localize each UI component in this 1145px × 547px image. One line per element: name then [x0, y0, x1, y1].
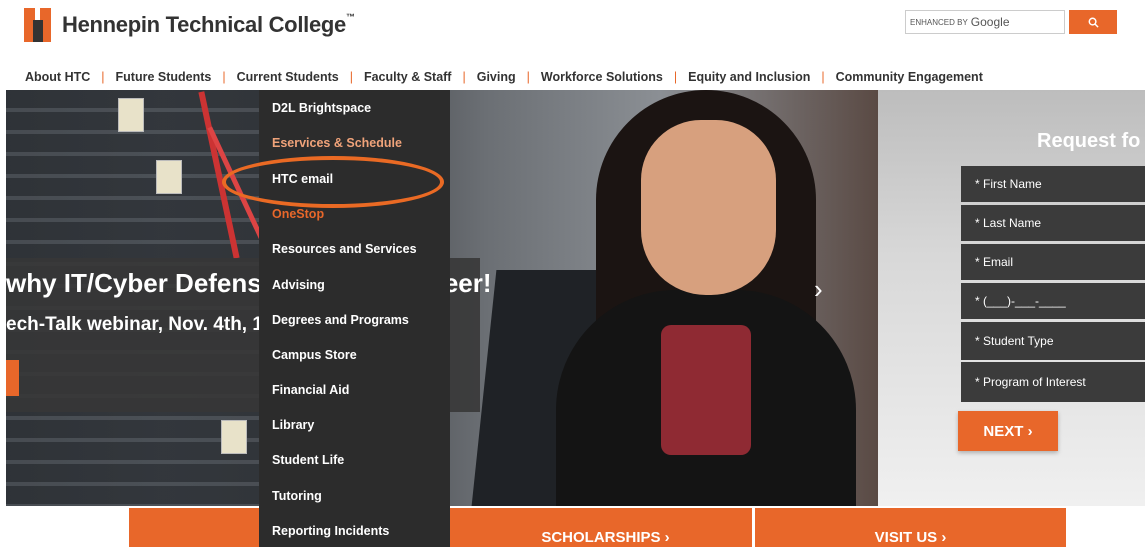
carousel-next-icon[interactable]: ›: [814, 274, 823, 305]
nav-item-community-engagement[interactable]: Community Engagement: [836, 70, 983, 84]
search-input[interactable]: ENHANCED BY Google: [905, 10, 1065, 34]
form-next-button[interactable]: NEXT ›: [958, 411, 1058, 451]
nav-separator: |: [349, 70, 353, 84]
nav-separator: |: [821, 70, 825, 84]
phone-field[interactable]: [961, 283, 1145, 319]
menu-item-advising[interactable]: Advising: [272, 278, 325, 292]
nav-separator: |: [101, 70, 105, 84]
menu-item-d2l-brightspace[interactable]: D2L Brightspace: [272, 101, 371, 115]
menu-item-campus-store[interactable]: Campus Store: [272, 348, 357, 362]
email-field[interactable]: [961, 244, 1145, 280]
nav-item-giving[interactable]: Giving: [477, 70, 516, 84]
search-icon: [1088, 17, 1099, 28]
student-photo: [546, 90, 856, 506]
menu-item-eservices-schedule[interactable]: Eservices & Schedule: [272, 136, 402, 150]
college-logo[interactable]: Hennepin Technical College™: [24, 8, 355, 42]
nav-separator: |: [462, 70, 466, 84]
program-of-interest-select[interactable]: * Program of Interest: [961, 362, 1145, 402]
logo-mark-icon: [24, 8, 54, 42]
nav-separator: |: [526, 70, 530, 84]
menu-item-financial-aid[interactable]: Financial Aid: [272, 383, 349, 397]
search-brand: Google: [970, 15, 1010, 29]
menu-item-degrees-programs[interactable]: Degrees and Programs: [272, 313, 409, 327]
first-name-field[interactable]: [961, 166, 1145, 202]
menu-item-library[interactable]: Library: [272, 418, 314, 432]
last-name-field[interactable]: [961, 205, 1145, 241]
menu-item-student-life[interactable]: Student Life: [272, 453, 344, 467]
nav-separator: |: [673, 70, 678, 84]
cable-tag-image: [221, 420, 247, 454]
form-title: Request fo: [1037, 130, 1141, 152]
nav-separator: |: [222, 70, 226, 84]
cable-tag-image: [156, 160, 182, 194]
menu-item-htc-email[interactable]: HTC email: [272, 172, 333, 186]
menu-item-tutoring[interactable]: Tutoring: [272, 489, 322, 503]
search-enhanced-label: ENHANCED BY: [910, 17, 968, 27]
hero-cta-button[interactable]: [6, 360, 19, 396]
menu-item-resources-services[interactable]: Resources and Services: [272, 242, 417, 256]
current-students-dropdown: D2L Brightspace Eservices & Schedule HTC…: [259, 90, 450, 547]
visit-us-button[interactable]: VISIT US ›: [755, 508, 1066, 547]
student-type-select[interactable]: * Student Type: [961, 322, 1145, 360]
nav-item-faculty-staff[interactable]: Faculty & Staff: [364, 70, 452, 84]
scholarships-button[interactable]: SCHOLARSHIPS ›: [459, 508, 752, 547]
nav-item-workforce-solutions[interactable]: Workforce Solutions: [541, 70, 663, 84]
menu-item-onestop[interactable]: OneStop: [272, 207, 324, 221]
nav-item-about[interactable]: About HTC: [25, 70, 90, 84]
nav-item-future-students[interactable]: Future Students: [116, 70, 212, 84]
cable-tag-image: [118, 98, 144, 132]
nav-item-equity-inclusion[interactable]: Equity and Inclusion: [688, 70, 810, 84]
search-button[interactable]: [1069, 10, 1117, 34]
main-nav: About HTC | Future Students | Current St…: [25, 70, 983, 84]
nav-item-current-students[interactable]: Current Students: [237, 70, 339, 84]
college-name: Hennepin Technical College™: [62, 12, 355, 37]
menu-item-reporting-incidents[interactable]: Reporting Incidents: [272, 524, 389, 538]
